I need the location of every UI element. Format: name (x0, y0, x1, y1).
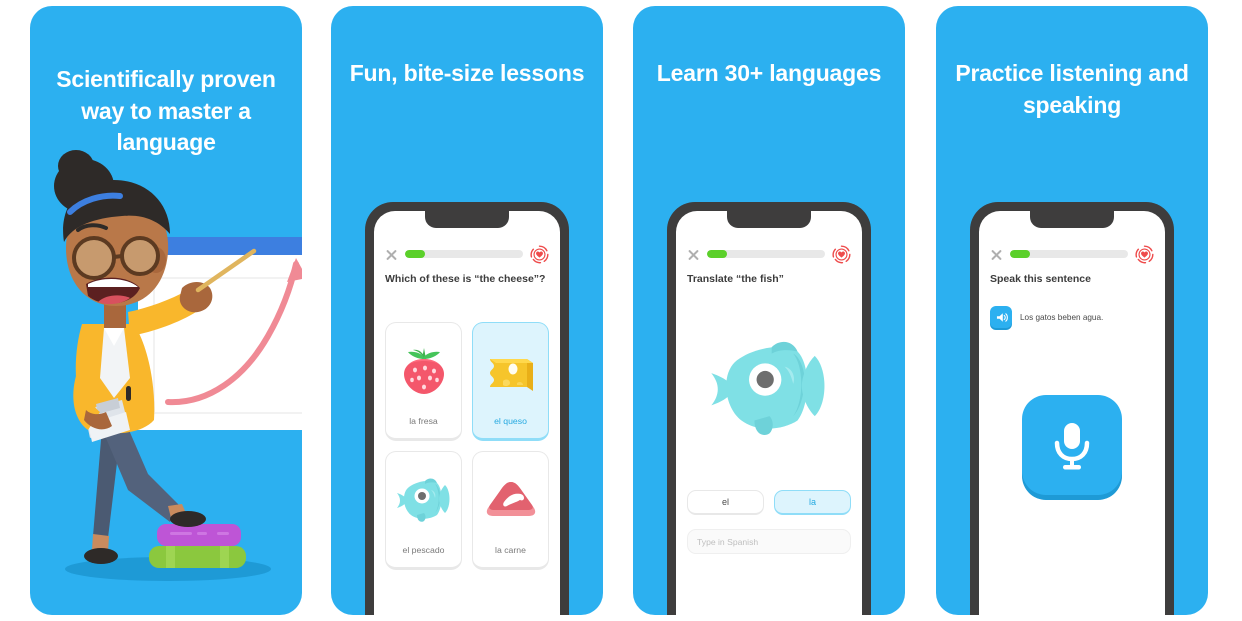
promo-panel-3: Learn 30+ languages Translate “the fish”… (633, 6, 905, 615)
answer-tile-label: el queso (494, 416, 527, 426)
answer-tile-label: la fresa (409, 416, 438, 426)
microphone-icon (1054, 423, 1090, 470)
sentence-text: Los gatos beben agua. (1020, 312, 1104, 322)
phone-mockup-4: Speak this sentence Los gatos beben agua… (970, 202, 1174, 615)
answer-tile-la-fresa[interactable]: la fresa (385, 322, 462, 441)
screenshot-gallery: Scientifically proven way to master a la… (0, 0, 1242, 621)
promo-panel-2: Fun, bite-size lessons Which of these is… (331, 6, 603, 615)
word-chip-el[interactable]: el (687, 490, 764, 515)
lesson-topbar-2 (374, 244, 560, 264)
lesson-progress-fill (405, 250, 426, 258)
phone-mockup-2: Which of these is “the cheese”? la fresa… (365, 202, 569, 615)
lesson-topbar-4 (979, 244, 1165, 264)
lesson-progress-fill (1010, 250, 1031, 258)
teacher-pointing-at-growth-chart-illustration (54, 150, 302, 581)
phone-screen-4: Speak this sentence Los gatos beben agua… (979, 211, 1165, 615)
phone-notch (425, 211, 509, 228)
speaker-icon[interactable] (990, 306, 1012, 328)
promo-panel-4: Practice listening and speaking Speak th… (936, 6, 1208, 615)
fish-icon (392, 468, 456, 530)
close-icon[interactable] (990, 248, 1003, 261)
lesson-progress-bar (707, 250, 825, 258)
phone-screen-3: Translate “the fish” el la Type in Spani… (676, 211, 862, 615)
close-icon[interactable] (385, 248, 398, 261)
translation-input[interactable]: Type in Spanish (687, 529, 851, 554)
cheese-icon (479, 339, 543, 401)
answer-tile-grid: la fresa el queso el pescado la carne (385, 322, 549, 570)
answer-tile-el-pescado[interactable]: el pescado (385, 451, 462, 570)
sentence-row: Los gatos beben agua. (990, 306, 1154, 328)
lesson-topbar-3 (676, 244, 862, 264)
heart-icon[interactable] (832, 244, 851, 264)
lesson-progress-bar (1010, 250, 1128, 258)
close-icon[interactable] (687, 248, 700, 261)
lesson-prompt-4: Speak this sentence (990, 273, 1091, 285)
translation-input-placeholder: Type in Spanish (697, 536, 759, 547)
microphone-button[interactable] (1022, 395, 1122, 495)
panel-2-headline: Fun, bite-size lessons (349, 60, 585, 86)
answer-tile-label: el pescado (402, 545, 445, 555)
heart-icon[interactable] (1135, 244, 1154, 264)
promo-panel-1: Scientifically proven way to master a la… (30, 6, 302, 615)
fish-illustration (676, 321, 862, 451)
lesson-prompt-2: Which of these is “the cheese”? (385, 273, 546, 285)
answer-tile-el-queso[interactable]: el queso (472, 322, 549, 441)
panel-3-headline: Learn 30+ languages (656, 60, 882, 86)
phone-notch (727, 211, 811, 228)
phone-notch (1030, 211, 1114, 228)
lesson-progress-bar (405, 250, 523, 258)
heart-icon[interactable] (530, 244, 549, 264)
meat-icon (479, 468, 543, 530)
answer-tile-la-carne[interactable]: la carne (472, 451, 549, 570)
phone-screen-2: Which of these is “the cheese”? la fresa… (374, 211, 560, 615)
lesson-progress-fill (707, 250, 728, 258)
strawberry-icon (392, 339, 456, 401)
word-chip-la[interactable]: la (774, 490, 851, 515)
phone-mockup-3: Translate “the fish” el la Type in Spani… (667, 202, 871, 615)
panel-4-headline: Practice listening and speaking (955, 60, 1189, 118)
word-bank: el la (687, 490, 851, 515)
answer-tile-label: la carne (495, 545, 526, 555)
lesson-prompt-3: Translate “the fish” (687, 273, 784, 285)
